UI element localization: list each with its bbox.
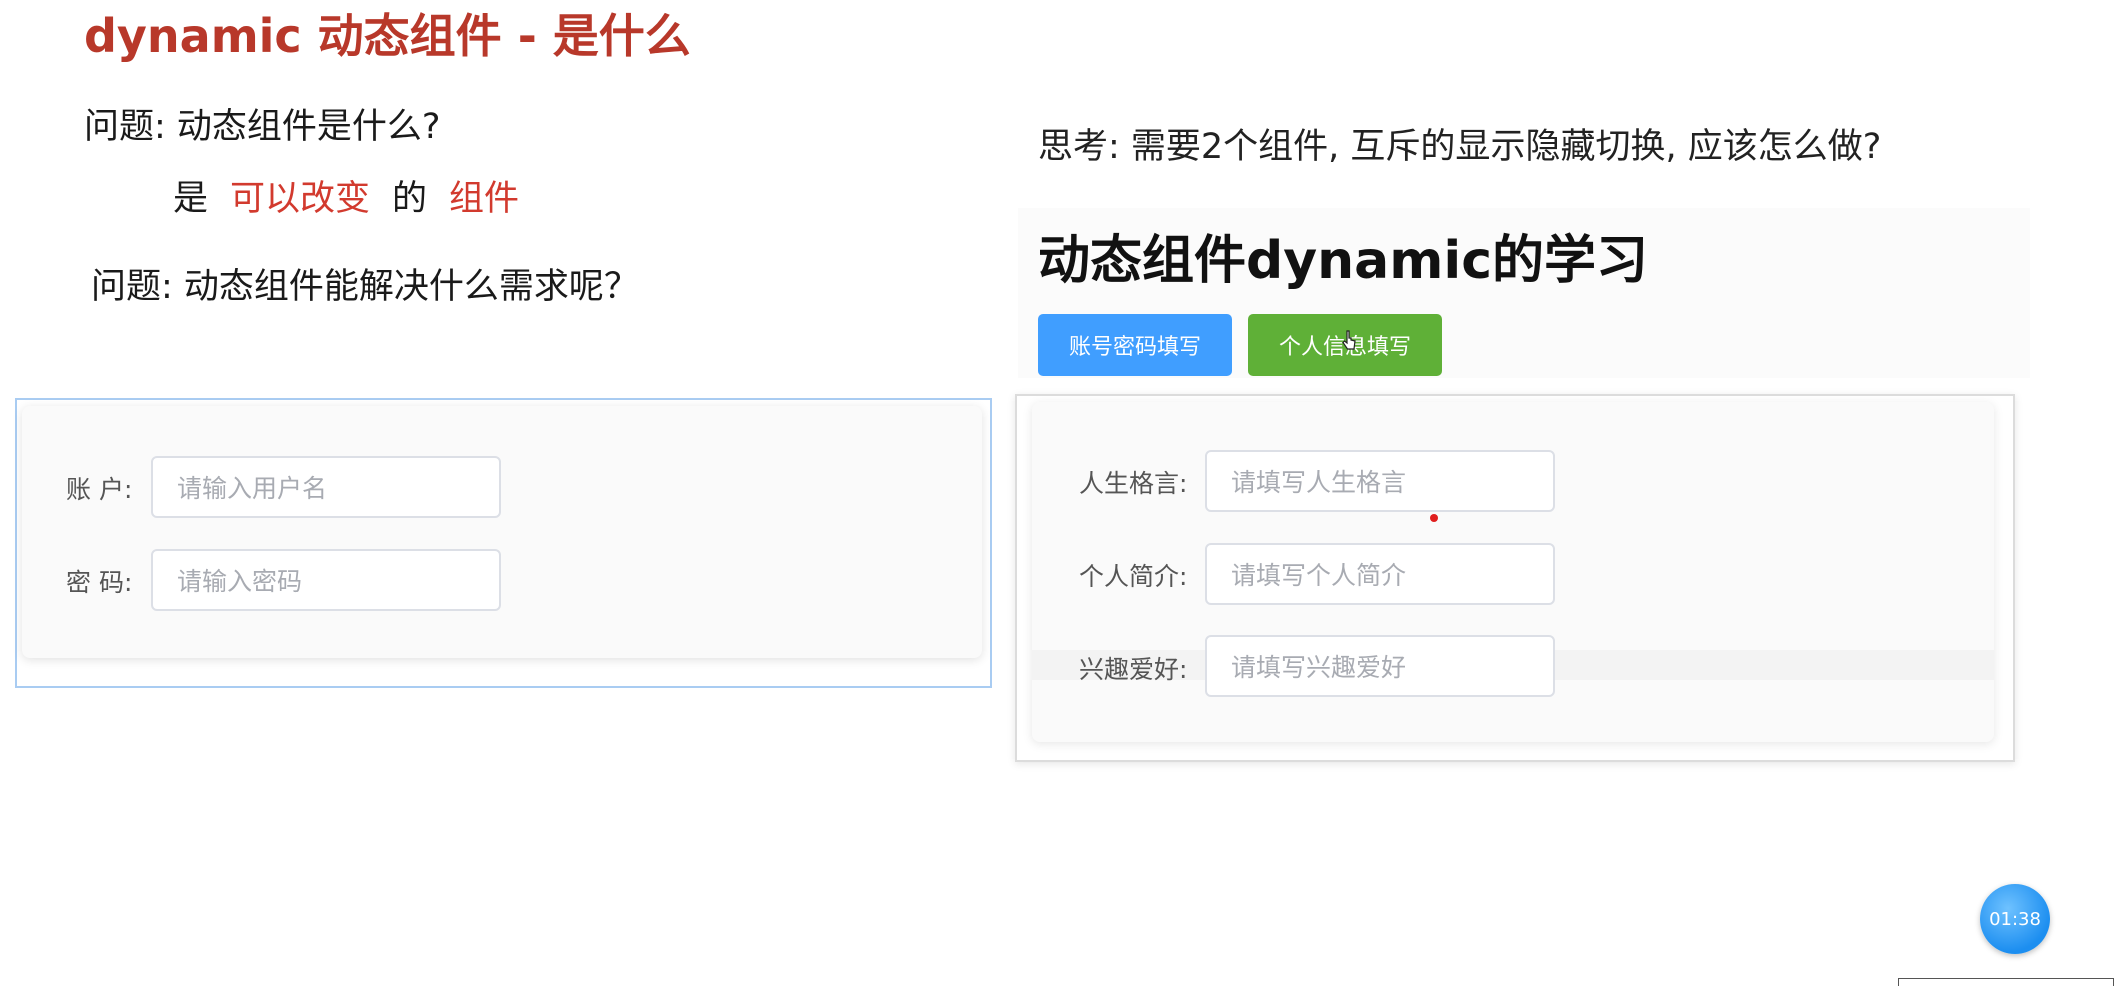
- motto-label: 人生格言:: [1079, 469, 1188, 498]
- hobby-input[interactable]: 请填写兴趣爱好: [1205, 635, 1555, 697]
- motto-placeholder: 请填写人生格言: [1231, 468, 1407, 497]
- account-label: 账 户:: [66, 475, 133, 504]
- hand-cursor-icon: [1342, 330, 1356, 350]
- intro-placeholder: 请填写个人简介: [1231, 561, 1407, 590]
- think-prompt: 思考: 需要2个组件, 互斥的显示隐藏切换, 应该怎么做?: [1038, 127, 1882, 167]
- hobby-label: 兴趣爱好:: [1079, 655, 1188, 684]
- answer-line: 是可以改变的组件: [173, 170, 541, 221]
- corner-widget: [1898, 978, 2114, 986]
- answer-highlight-component: 组件: [449, 179, 520, 219]
- tab-account-button[interactable]: 账号密码填写: [1038, 314, 1232, 376]
- motto-input[interactable]: 请填写人生格言: [1205, 450, 1555, 512]
- pointer-dot: [1430, 514, 1438, 522]
- timer-text: 01:38: [1989, 908, 2041, 930]
- password-label: 密 码:: [66, 568, 133, 597]
- demo-heading: 动态组件dynamic的学习: [1038, 231, 1649, 291]
- intro-label: 个人简介:: [1079, 562, 1188, 591]
- account-placeholder: 请输入用户名: [177, 474, 328, 503]
- slide-title: dynamic 动态组件 - 是什么: [84, 9, 691, 63]
- question-what: 问题: 动态组件是什么?: [84, 107, 441, 147]
- password-input[interactable]: 请输入密码: [151, 549, 501, 611]
- intro-input[interactable]: 请填写个人简介: [1205, 543, 1555, 605]
- hobby-placeholder: 请填写兴趣爱好: [1231, 653, 1407, 682]
- login-form-card: [22, 406, 982, 658]
- account-input[interactable]: 请输入用户名: [151, 456, 501, 518]
- question-need: 问题: 动态组件能解决什么需求呢？: [91, 267, 639, 307]
- answer-part-3: 的: [392, 179, 428, 219]
- recording-timer[interactable]: 01:38: [1980, 884, 2050, 954]
- password-placeholder: 请输入密码: [177, 567, 303, 596]
- answer-part-1: 是: [173, 179, 209, 219]
- answer-highlight-changeable: 可以改变: [230, 179, 371, 219]
